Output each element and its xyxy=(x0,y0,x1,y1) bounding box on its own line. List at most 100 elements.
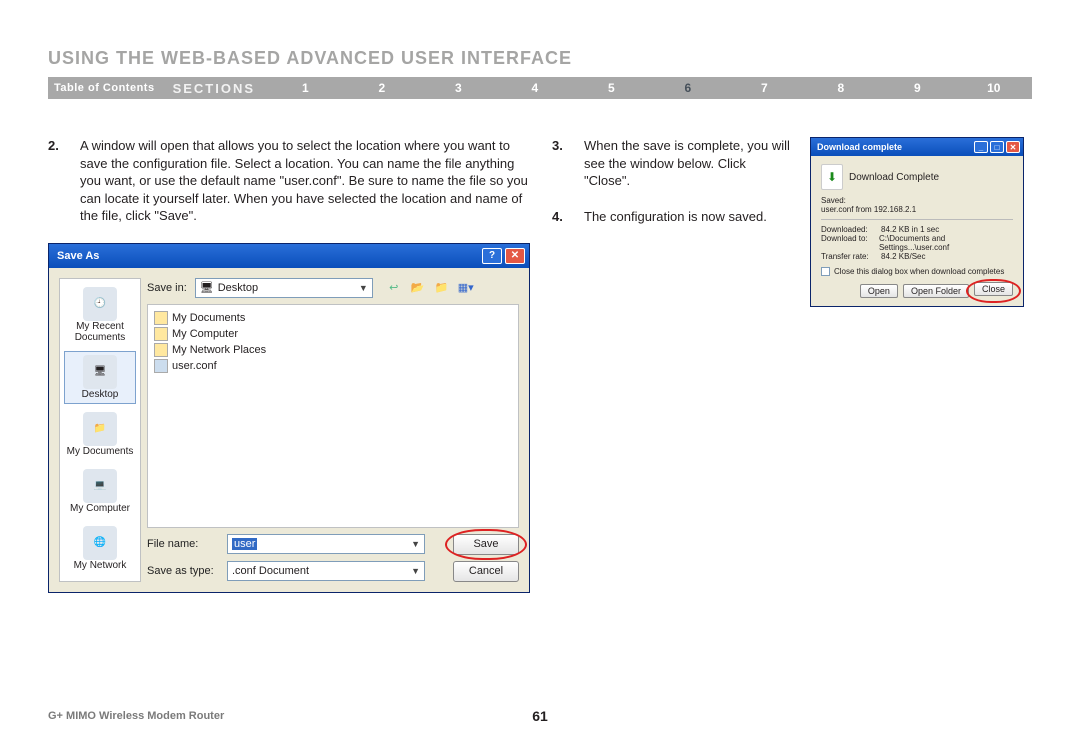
place-mydocs[interactable]: 📁My Documents xyxy=(64,408,136,461)
section-1[interactable]: 1 xyxy=(267,81,344,95)
open-folder-button[interactable]: Open Folder xyxy=(903,284,969,298)
step-text: When the save is complete, you will see … xyxy=(584,137,790,190)
checkbox-icon xyxy=(821,267,830,276)
stat-key: Downloaded: xyxy=(821,225,881,234)
sections-label: SECTIONS xyxy=(173,81,267,96)
place-label: My Documents xyxy=(67,446,134,457)
minimize-icon[interactable]: _ xyxy=(974,141,988,153)
section-9[interactable]: 9 xyxy=(879,81,956,95)
folder-icon xyxy=(154,311,168,325)
new-folder-icon[interactable]: 📁 xyxy=(433,279,451,297)
step-4: 4. The configuration is now saved. xyxy=(552,208,790,226)
save-type-select[interactable]: .conf Document ▼ xyxy=(227,561,425,581)
file-name-input[interactable]: user ▼ xyxy=(227,534,425,554)
step-number: 3. xyxy=(552,137,566,190)
step-text: The configuration is now saved. xyxy=(584,208,767,226)
step-text: A window will open that allows you to se… xyxy=(80,137,528,225)
product-name: G+ MIMO Wireless Modem Router xyxy=(48,710,224,722)
step-number: 2. xyxy=(48,137,62,225)
section-5[interactable]: 5 xyxy=(573,81,650,95)
page-footer: G+ MIMO Wireless Modem Router 61 xyxy=(48,710,1032,722)
close-checkbox[interactable]: Close this dialog box when download comp… xyxy=(821,267,1013,276)
recent-icon: 🕘 xyxy=(83,287,117,321)
cancel-button[interactable]: Cancel xyxy=(453,561,519,582)
help-icon[interactable]: ? xyxy=(482,248,502,264)
stat-key: Download to: xyxy=(821,234,879,252)
place-label: My Computer xyxy=(70,503,130,514)
file-icon xyxy=(154,359,168,373)
save-in-value: Desktop xyxy=(218,282,258,294)
folder-icon: 📁 xyxy=(83,412,117,446)
close-button[interactable]: Close xyxy=(974,282,1013,296)
save-in-label: Save in: xyxy=(147,282,187,294)
desktop-icon: 🖥 xyxy=(83,355,117,389)
file-name-value: user xyxy=(232,538,257,550)
checkbox-label: Close this dialog box when download comp… xyxy=(834,267,1004,276)
file-area: Save in: 🖥 Desktop ▼ ↩ 📂 📁 ▦▾ xyxy=(147,278,519,582)
step-2: 2. A window will open that allows you to… xyxy=(48,137,528,225)
place-label: My Network xyxy=(74,560,127,571)
place-label: My Recent Documents xyxy=(65,321,135,343)
computer-icon: 💻 xyxy=(83,469,117,503)
section-7[interactable]: 7 xyxy=(726,81,803,95)
save-button[interactable]: Save xyxy=(453,534,519,555)
chevron-down-icon: ▼ xyxy=(411,539,420,549)
save-type-value: .conf Document xyxy=(232,565,309,577)
chevron-down-icon: ▼ xyxy=(359,283,368,293)
save-type-label: Save as type: xyxy=(147,565,219,577)
save-as-dialog: Save As ? ✕ 🕘My Recent Documents 🖥Deskto… xyxy=(48,243,530,593)
section-8[interactable]: 8 xyxy=(803,81,880,95)
chevron-down-icon: ▼ xyxy=(411,566,420,576)
save-in-select[interactable]: 🖥 Desktop ▼ xyxy=(195,278,373,298)
place-recent[interactable]: 🕘My Recent Documents xyxy=(64,283,136,347)
views-icon[interactable]: ▦▾ xyxy=(457,279,475,297)
open-button[interactable]: Open xyxy=(860,284,898,298)
step-3: 3. When the save is complete, you will s… xyxy=(552,137,790,190)
section-2[interactable]: 2 xyxy=(344,81,421,95)
step-number: 4. xyxy=(552,208,566,226)
place-label: Desktop xyxy=(82,389,119,400)
download-heading: Download Complete xyxy=(849,172,939,183)
page-title: USING THE WEB-BASED ADVANCED USER INTERF… xyxy=(48,48,1032,69)
desktop-small-icon: 🖥 xyxy=(200,281,214,294)
stat-val: 84.2 KB in 1 sec xyxy=(881,225,939,234)
saved-label: Saved: xyxy=(821,196,1013,205)
list-item[interactable]: user.conf xyxy=(154,359,512,373)
saved-value: user.conf from 192.168.2.1 xyxy=(821,205,1013,214)
page-number: 61 xyxy=(532,708,548,724)
dialog-titlebar[interactable]: Save As ? ✕ xyxy=(49,244,529,268)
back-icon[interactable]: ↩ xyxy=(385,279,403,297)
close-icon[interactable]: ✕ xyxy=(1006,141,1020,153)
section-10[interactable]: 10 xyxy=(956,81,1033,95)
dialog-titlebar[interactable]: Download complete _ □ ✕ xyxy=(811,138,1023,156)
download-stats: Downloaded:84.2 KB in 1 sec Download to:… xyxy=(821,225,1013,261)
section-4[interactable]: 4 xyxy=(497,81,574,95)
item-label: user.conf xyxy=(172,360,217,372)
item-label: My Documents xyxy=(172,312,245,324)
file-list[interactable]: My Documents My Computer My Network Plac… xyxy=(147,304,519,528)
dialog-title: Download complete xyxy=(817,142,972,152)
download-icon: ⬇ xyxy=(821,164,843,190)
place-network[interactable]: 🌐My Network xyxy=(64,522,136,575)
list-item[interactable]: My Computer xyxy=(154,327,512,341)
stat-val: C:\Documents and Settings...\user.conf xyxy=(879,234,1013,252)
computer-icon xyxy=(154,327,168,341)
place-mycomputer[interactable]: 💻My Computer xyxy=(64,465,136,518)
toc-link[interactable]: Table of Contents xyxy=(48,82,173,94)
item-label: My Computer xyxy=(172,328,238,340)
places-bar: 🕘My Recent Documents 🖥Desktop 📁My Docume… xyxy=(59,278,141,582)
stat-key: Transfer rate: xyxy=(821,252,881,261)
list-item[interactable]: My Documents xyxy=(154,311,512,325)
maximize-icon[interactable]: □ xyxy=(990,141,1004,153)
section-links: 1 2 3 4 5 6 7 8 9 10 xyxy=(267,81,1032,95)
list-item[interactable]: My Network Places xyxy=(154,343,512,357)
section-6[interactable]: 6 xyxy=(650,81,727,95)
file-name-label: File name: xyxy=(147,538,219,550)
section-3[interactable]: 3 xyxy=(420,81,497,95)
place-desktop[interactable]: 🖥Desktop xyxy=(64,351,136,404)
up-folder-icon[interactable]: 📂 xyxy=(409,279,427,297)
network-icon: 🌐 xyxy=(83,526,117,560)
close-icon[interactable]: ✕ xyxy=(505,248,525,264)
download-complete-dialog: Download complete _ □ ✕ ⬇ Download Compl… xyxy=(810,137,1024,307)
section-nav: Table of Contents SECTIONS 1 2 3 4 5 6 7… xyxy=(48,77,1032,99)
